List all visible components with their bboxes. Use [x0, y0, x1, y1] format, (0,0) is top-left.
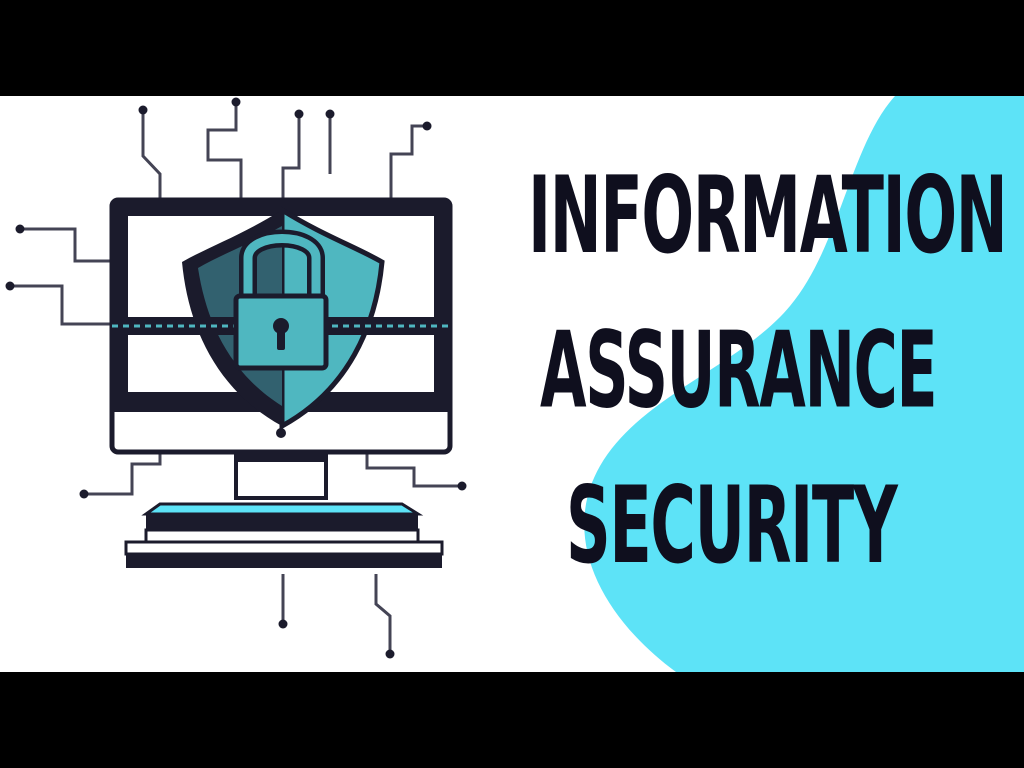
letterbox-top-bar [0, 0, 1024, 96]
information-assurance-banner: INFORMATION ASSURANCE SECURITY [0, 96, 1024, 672]
headline-information: INFORMATION [528, 154, 1008, 279]
computer-security-icon [5, 97, 467, 659]
headline-assurance: ASSURANCE [540, 310, 938, 433]
letterbox-bottom-bar [0, 672, 1024, 768]
headline-security: SECURITY [566, 464, 898, 589]
image-canvas: INFORMATION ASSURANCE SECURITY [0, 0, 1024, 768]
